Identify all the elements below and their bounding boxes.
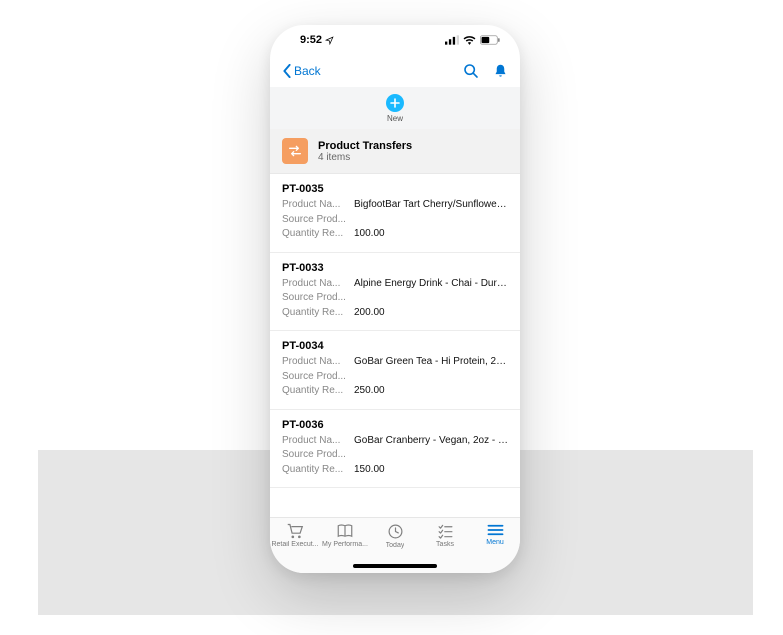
field-label-source: Source Prod... <box>282 213 354 228</box>
item-product: GoBar Green Tea - Hi Protein, 2oz -... <box>354 355 508 370</box>
list-item[interactable]: PT-0034 Product Na...GoBar Green Tea - H… <box>270 331 520 410</box>
field-label-source: Source Prod... <box>282 448 354 463</box>
tab-label: Tasks <box>436 541 454 548</box>
item-quantity: 250.00 <box>354 384 508 399</box>
nav-bar: Back <box>270 55 520 87</box>
location-icon <box>325 36 334 45</box>
field-label-quantity: Quantity Re... <box>282 306 354 321</box>
item-product: GoBar Cranberry - Vegan, 2oz - 24 ... <box>354 434 508 449</box>
field-label-product: Product Na... <box>282 355 354 370</box>
item-source <box>354 370 508 385</box>
field-label-product: Product Na... <box>282 277 354 292</box>
wifi-icon <box>463 35 476 45</box>
cart-icon <box>286 523 304 539</box>
list-item[interactable]: PT-0033 Product Na...Alpine Energy Drink… <box>270 253 520 332</box>
section-title: Product Transfers <box>318 140 412 152</box>
item-id: PT-0034 <box>282 340 508 352</box>
field-label-quantity: Quantity Re... <box>282 463 354 478</box>
item-id: PT-0036 <box>282 419 508 431</box>
field-label-quantity: Quantity Re... <box>282 227 354 242</box>
tab-label: Menu <box>486 539 504 546</box>
action-bar: New <box>270 87 520 129</box>
status-bar: 9:52 <box>270 25 520 55</box>
clock-icon <box>387 523 404 540</box>
tab-retail-execution[interactable]: Retail Execut... <box>270 523 320 573</box>
field-label-product: Product Na... <box>282 434 354 449</box>
item-source <box>354 291 508 306</box>
bell-icon[interactable] <box>493 63 508 79</box>
item-product: BigfootBar Tart Cherry/Sunflower -... <box>354 198 508 213</box>
tab-label: Today <box>386 542 405 549</box>
new-button[interactable]: New <box>386 94 404 123</box>
search-icon[interactable] <box>463 63 479 79</box>
field-label-product: Product Na... <box>282 198 354 213</box>
item-source <box>354 448 508 463</box>
item-id: PT-0033 <box>282 262 508 274</box>
status-time: 9:52 <box>300 34 322 46</box>
battery-icon <box>480 35 500 45</box>
back-label: Back <box>294 64 321 78</box>
tab-menu[interactable]: Menu <box>470 523 520 573</box>
transfer-list: PT-0035 Product Na...BigfootBar Tart Che… <box>270 174 520 488</box>
checklist-icon <box>437 523 454 539</box>
item-quantity: 100.00 <box>354 227 508 242</box>
menu-icon <box>487 523 504 537</box>
section-header: Product Transfers 4 items <box>270 129 520 174</box>
transfer-icon <box>282 138 308 164</box>
item-quantity: 200.00 <box>354 306 508 321</box>
plus-icon <box>390 98 400 108</box>
back-button[interactable]: Back <box>282 64 321 78</box>
item-source <box>354 213 508 228</box>
item-product: Alpine Energy Drink - Chai - During... <box>354 277 508 292</box>
list-item[interactable]: PT-0036 Product Na...GoBar Cranberry - V… <box>270 410 520 489</box>
item-quantity: 150.00 <box>354 463 508 478</box>
book-icon <box>336 523 354 539</box>
field-label-quantity: Quantity Re... <box>282 384 354 399</box>
section-subtitle: 4 items <box>318 152 412 163</box>
chevron-left-icon <box>282 64 292 78</box>
tab-label: My Performa... <box>322 541 368 548</box>
field-label-source: Source Prod... <box>282 370 354 385</box>
phone-frame: 9:52 Back New Product <box>270 25 520 573</box>
item-id: PT-0035 <box>282 183 508 195</box>
field-label-source: Source Prod... <box>282 291 354 306</box>
cellular-icon <box>445 35 459 45</box>
home-indicator[interactable] <box>353 564 437 568</box>
tab-label: Retail Execut... <box>271 541 318 548</box>
list-item[interactable]: PT-0035 Product Na...BigfootBar Tart Che… <box>270 174 520 253</box>
new-label: New <box>387 114 403 123</box>
